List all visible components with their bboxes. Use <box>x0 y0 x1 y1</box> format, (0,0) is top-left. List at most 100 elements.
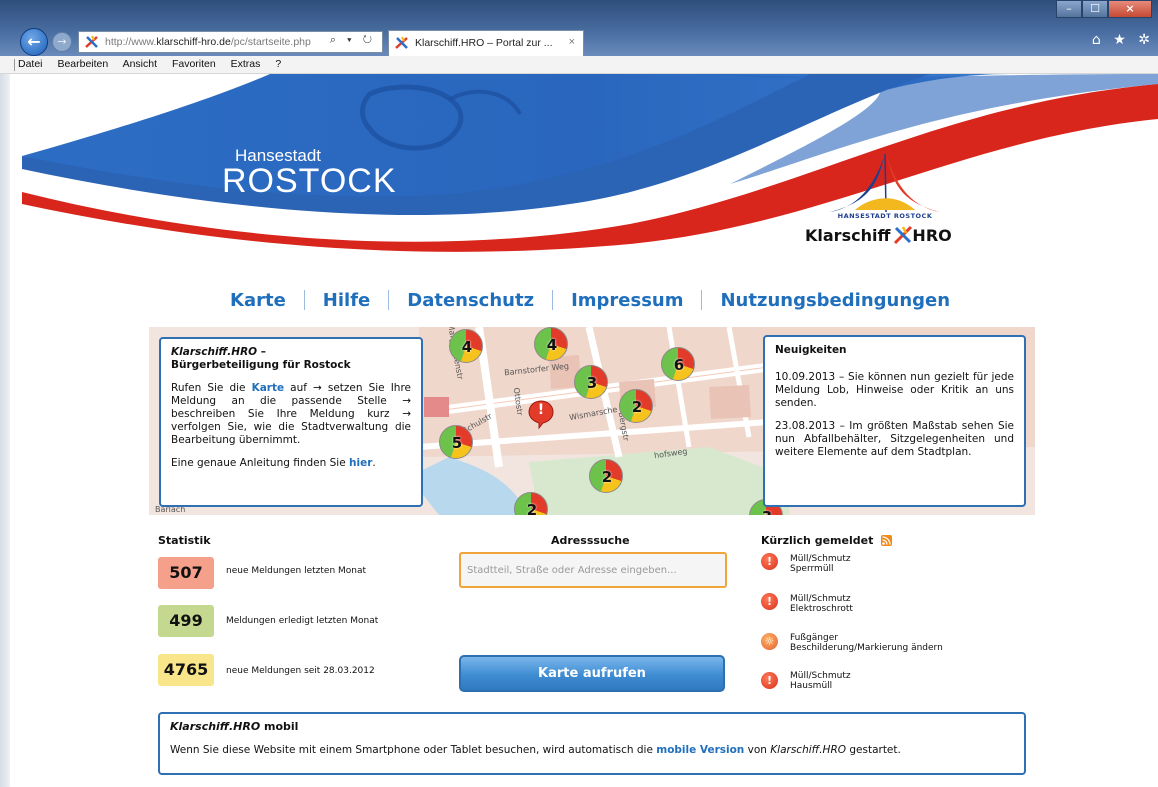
address-bar[interactable]: http://www.klarschiff-hro.de/pc/startsei… <box>78 31 383 53</box>
stat-label: Meldungen erledigt letzten Monat <box>226 616 379 626</box>
intro-guide-end: . <box>372 457 376 469</box>
header-city-big: ROSTOCK <box>222 162 397 200</box>
close-window-button[interactable]: × <box>1108 0 1152 18</box>
menu-item-ansicht[interactable]: Ansicht <box>123 58 157 70</box>
intro-hier-link[interactable]: hier <box>349 457 372 469</box>
forward-button[interactable]: → <box>52 32 72 52</box>
logo-hro-text: HRO <box>912 226 952 245</box>
menu-item-help[interactable]: ? <box>275 58 281 70</box>
minimize-button[interactable]: – <box>1056 0 1082 18</box>
intro-paragraph: Rufen Sie die Karte auf → setzen Sie Ihr… <box>171 382 411 447</box>
recent-report-item[interactable]: Fußgänger Beschilderung/Markierung ändern <box>790 633 943 653</box>
menu-item-bearbeiten[interactable]: Bearbeiten <box>57 58 108 70</box>
map-preview[interactable]: Barnstorfer Weg Ottostr Wismarsche Schul… <box>149 327 1035 515</box>
report-subcategory: Beschilderung/Markierung ändern <box>790 643 943 653</box>
map-report-pin[interactable]: ! <box>527 399 555 430</box>
intro-text-start: Rufen Sie die <box>171 382 252 394</box>
map-cluster-count: 4 <box>461 338 473 356</box>
stat-label: neue Meldungen seit 28.03.2012 <box>226 666 375 676</box>
intro-infobox: Klarschiff.HRO – Bürgerbeteiligung für R… <box>159 337 423 507</box>
intro-title-brand: Klarschiff.HRO <box>171 346 258 358</box>
mobile-title-rest: mobil <box>260 720 299 733</box>
nav-nutzungsbedingungen[interactable]: Nutzungsbedingungen <box>720 290 950 311</box>
recent-heading: Kürzlich gemeldet <box>761 534 874 547</box>
menu-separator <box>14 59 15 71</box>
map-cluster-marker[interactable]: 4 <box>534 327 568 361</box>
url-prefix: http://www. <box>105 36 157 48</box>
map-cluster-marker[interactable]: 3 <box>574 365 608 399</box>
map-cluster-marker[interactable]: 6 <box>661 347 695 381</box>
report-idea-icon[interactable]: ☼ <box>761 633 778 650</box>
report-category: Müll/Schmutz <box>790 594 851 604</box>
main-navigation: Karte Hilfe Datenschutz Impressum Nutzun… <box>230 288 950 312</box>
browser-window: ← → http://www.klarschiff-hro.de/pc/star… <box>0 0 1158 787</box>
report-alert-icon[interactable]: ! <box>761 593 778 610</box>
map-cluster-marker[interactable]: 4 <box>449 329 483 363</box>
menu-item-datei[interactable]: Datei <box>18 58 43 70</box>
intro-guide-paragraph: Eine genaue Anleitung finden Sie hier. <box>171 457 411 470</box>
alert-pin-mark: ! <box>537 402 545 418</box>
nav-hilfe[interactable]: Hilfe <box>323 290 370 311</box>
menu-item-favoriten[interactable]: Favoriten <box>172 58 216 70</box>
stat-new-last-month: 507 <box>158 557 214 589</box>
news-item: 10.09.2013 – Sie können nun gezielt für … <box>775 371 1014 409</box>
report-category: Müll/Schmutz <box>790 671 851 681</box>
mobile-text: Wenn Sie diese Website mit einem Smartph… <box>170 744 1014 756</box>
web-page: Hansestadt ROSTOCK HANSESTADT ROSTOCK Kl… <box>10 74 1158 787</box>
report-category: Fußgänger <box>790 633 838 643</box>
recent-report-item[interactable]: Müll/Schmutz Hausmüll <box>790 671 851 691</box>
map-cluster-count: 2 <box>631 398 643 416</box>
mobile-version-link[interactable]: mobile Version <box>656 744 744 756</box>
intro-subtitle: Bürgerbeteiligung für Rostock <box>171 359 351 371</box>
klarschiff-favicon-icon <box>395 36 408 49</box>
map-cluster-count: 6 <box>673 356 685 374</box>
nav-datenschutz[interactable]: Datenschutz <box>407 290 534 311</box>
recent-report-item[interactable]: Müll/Schmutz Elektroschrott <box>790 594 853 614</box>
map-cluster-count: 2 <box>526 501 538 515</box>
map-cluster-count: 3 <box>586 374 598 392</box>
map-cluster-marker[interactable]: 2 <box>589 459 623 493</box>
tab-title: Klarschiff.HRO – Portal zur ... <box>415 37 553 49</box>
report-subcategory: Sperrmüll <box>790 564 834 574</box>
report-subcategory: Elektroschrott <box>790 604 853 614</box>
recent-report-item[interactable]: Müll/Schmutz Sperrmüll <box>790 554 851 574</box>
url-path: /pc/startseite.php <box>230 36 311 48</box>
nav-impressum[interactable]: Impressum <box>571 290 683 311</box>
logo-subtitle: HANSESTADT ROSTOCK <box>837 212 933 220</box>
klarschiff-hro-logo[interactable]: Klarschiff HRO <box>805 226 952 245</box>
tab-close-icon[interactable]: × <box>569 36 575 48</box>
report-category: Müll/Schmutz <box>790 554 851 564</box>
report-alert-icon[interactable]: ! <box>761 672 778 689</box>
mobile-title-brand: Klarschiff.HRO <box>170 720 261 733</box>
mobile-info-box: Klarschiff.HRO mobil Wenn Sie diese Webs… <box>158 712 1026 775</box>
map-cluster-marker[interactable]: 2 <box>514 492 548 515</box>
address-controls[interactable]: ⌕ ▾ ↻ <box>330 34 376 47</box>
menu-item-extras[interactable]: Extras <box>231 58 261 70</box>
intro-karte-link[interactable]: Karte <box>252 382 285 394</box>
address-search-input[interactable] <box>459 552 727 588</box>
maximize-button[interactable]: ☐ <box>1082 0 1108 18</box>
map-cluster-marker[interactable]: 2 <box>619 389 653 423</box>
news-item: 23.08.2013 – Im größten Maßstab sehen Si… <box>775 420 1014 458</box>
back-button[interactable]: ← <box>20 28 48 56</box>
mobile-text-end: gestartet. <box>846 744 901 756</box>
mobile-text-start: Wenn Sie diese Website mit einem Smartph… <box>170 744 657 756</box>
karte-aufrufen-button[interactable]: Karte aufrufen <box>459 655 725 692</box>
home-favorites-settings-icons[interactable]: ⌂ ★ ✲ <box>1092 32 1154 48</box>
logo-name-text: Klarschiff <box>805 226 891 245</box>
adresssuche-heading: Adresssuche <box>551 534 630 547</box>
report-alert-icon[interactable]: ! <box>761 553 778 570</box>
browser-titlebar: ← → http://www.klarschiff-hro.de/pc/star… <box>0 0 1158 56</box>
stat-done-last-month: 499 <box>158 605 214 637</box>
stat-new-since-start: 4765 <box>158 654 214 686</box>
intro-title: Klarschiff.HRO – <box>171 346 411 359</box>
nav-karte[interactable]: Karte <box>230 290 286 311</box>
nav-divider <box>552 290 554 310</box>
url-domain: klarschiff-hro.de <box>156 36 231 48</box>
map-cluster-marker[interactable]: 5 <box>439 425 473 459</box>
window-controls: – ☐ × <box>1056 0 1152 20</box>
browser-tab[interactable]: Klarschiff.HRO – Portal zur ... × <box>388 30 584 56</box>
statistik-heading: Statistik <box>158 534 211 547</box>
klarschiff-cross-icon <box>893 225 913 245</box>
rss-feed-icon[interactable] <box>881 535 892 546</box>
